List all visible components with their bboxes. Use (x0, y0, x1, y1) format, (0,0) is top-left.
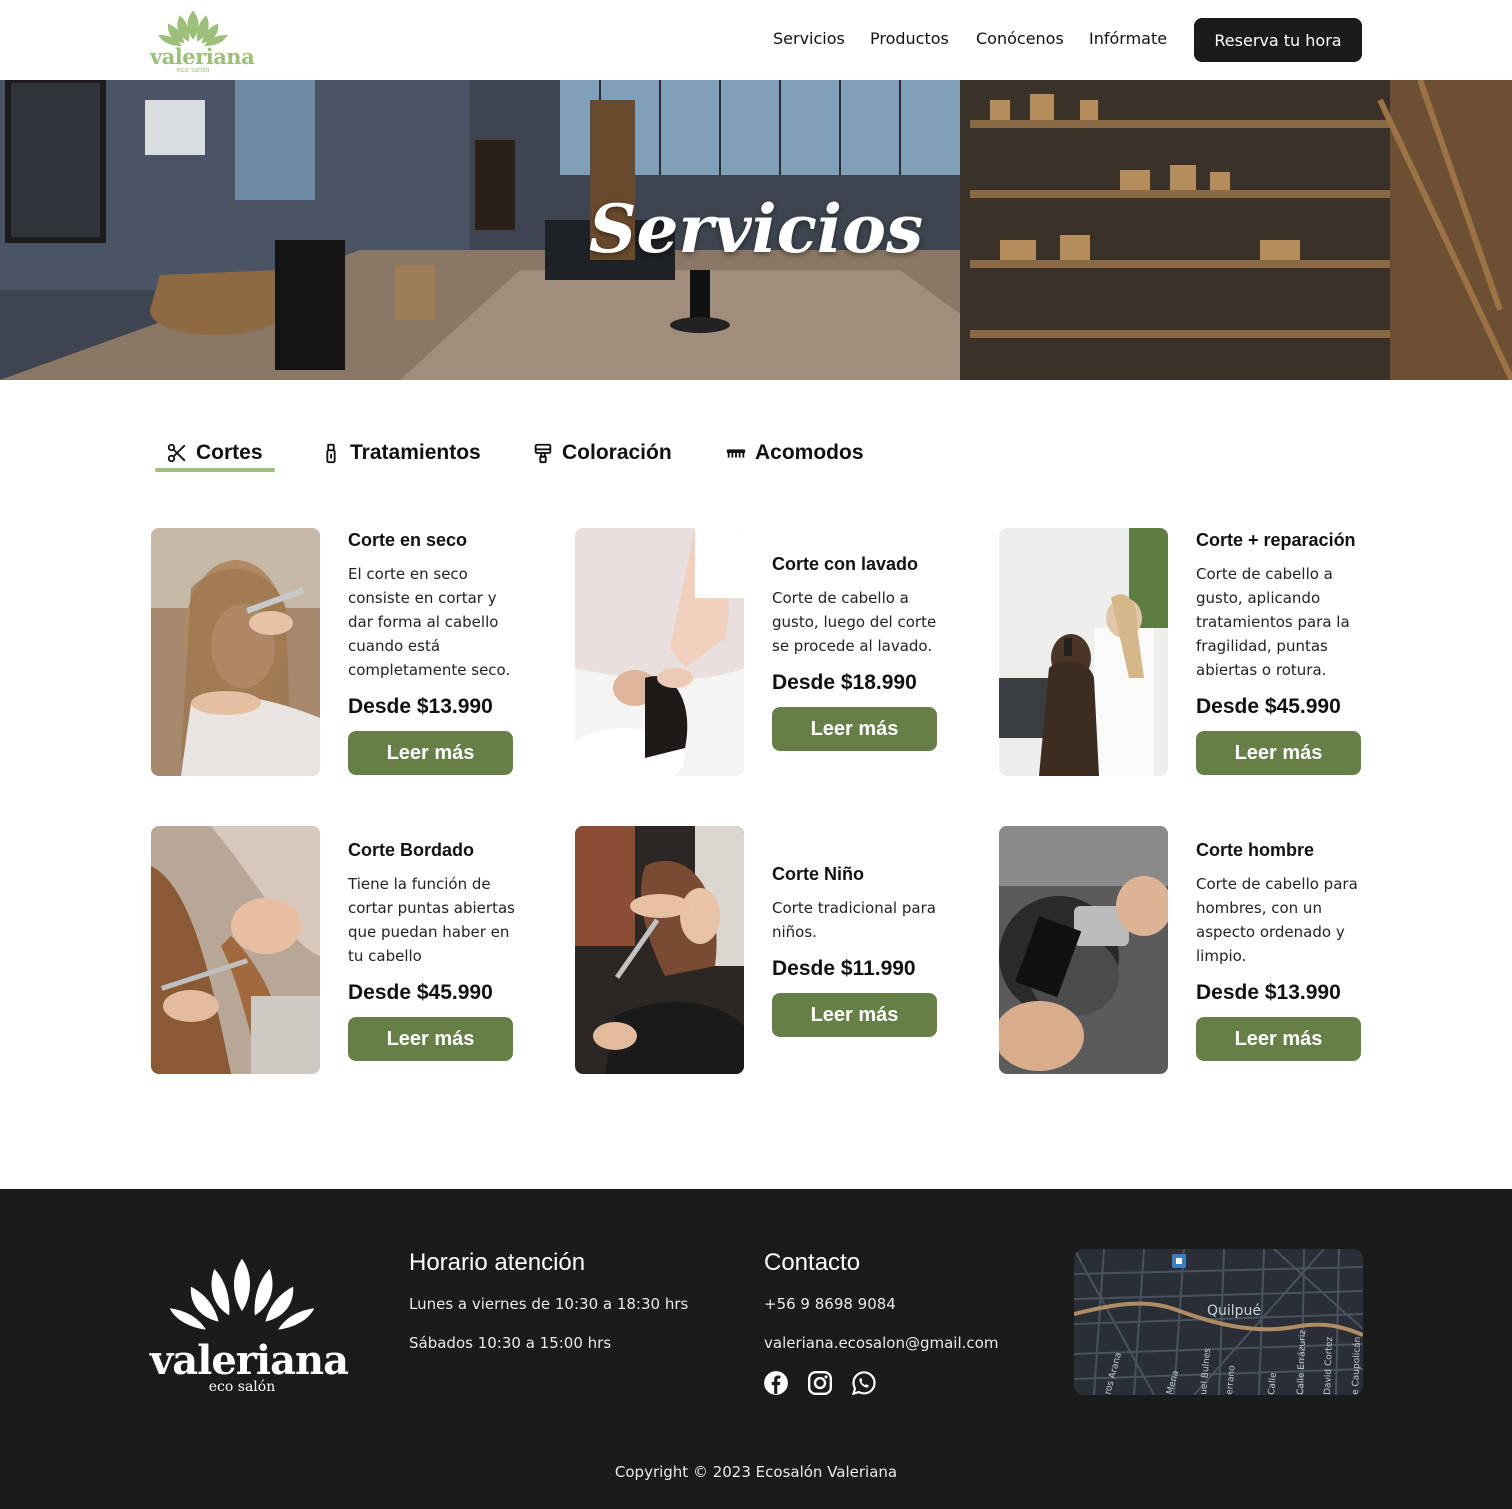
nav-link-conocenos[interactable]: Conócenos (976, 29, 1064, 48)
logo-subtitle: eco salón (176, 66, 210, 74)
copyright-text: Copyright © 2023 Ecosalón Valeriana (614, 1463, 898, 1481)
tab-acomodos[interactable]: Acomodos (725, 437, 864, 469)
footer-logo[interactable]: valeriana eco salón (150, 1255, 349, 1395)
service-image-corte-hombre (999, 826, 1168, 1074)
map-street-label: Calle (1267, 1372, 1279, 1395)
whatsapp-icon[interactable] (851, 1370, 877, 1396)
service-title: Corte en seco (348, 530, 468, 550)
tab-label: Cortes (196, 441, 263, 464)
active-tab-indicator (155, 468, 275, 472)
location-map[interactable]: Quilpué ros Arana Mena uel Bulnes errano… (1074, 1249, 1363, 1395)
tab-cortes[interactable]: Cortes (166, 437, 263, 469)
facebook-icon[interactable] (763, 1370, 789, 1396)
map-streets: Quilpué ros Arana Mena uel Bulnes errano… (1074, 1249, 1363, 1395)
paint-roller-icon (534, 443, 552, 464)
map-street-label: David Cortez (1323, 1336, 1335, 1395)
service-image-corte-en-seco (151, 528, 320, 776)
footer-logo-subtitle: eco salón (208, 1379, 276, 1395)
site-footer: valeriana eco salón Horario atención Lun… (0, 1189, 1512, 1509)
service-title: Corte hombre (1196, 840, 1315, 860)
service-price: Desde $45.990 (1196, 695, 1341, 718)
brand-logo[interactable]: valeriana eco salón (150, 8, 255, 74)
service-title: Corte Bordado (348, 840, 474, 860)
read-more-button[interactable]: Leer más (1196, 1017, 1361, 1061)
service-description: Corte de cabello a gusto, aplicando trat… (1196, 565, 1350, 679)
read-more-button[interactable]: Leer más (772, 993, 937, 1037)
contact-heading: Contacto (764, 1249, 861, 1276)
service-price: Desde $13.990 (348, 695, 493, 718)
lotus-logo-icon (158, 10, 228, 47)
service-image-corte-reparacion (999, 528, 1168, 776)
service-description: Tiene la función de cortar puntas abiert… (348, 875, 515, 965)
service-title: Corte Niño (772, 864, 864, 884)
service-description: Corte de cabello para hombres, con un as… (1196, 875, 1358, 965)
nav-link-servicios[interactable]: Servicios (773, 29, 845, 48)
service-image-corte-nino (575, 826, 744, 1074)
tab-label: Acomodos (755, 441, 864, 464)
contact-email[interactable]: valeriana.ecosalon@gmail.com (764, 1334, 998, 1352)
service-price: Desde $18.990 (772, 671, 917, 694)
hero-banner: Servicios (0, 80, 1512, 380)
service-title: Corte + reparación (1196, 530, 1356, 550)
service-image-corte-con-lavado (575, 528, 744, 776)
hours-saturday: Sábados 10:30 a 15:00 hrs (409, 1334, 612, 1352)
service-price: Desde $13.990 (1196, 981, 1341, 1004)
map-street-label: e Caupolicán (1351, 1336, 1363, 1395)
spray-bottle-icon (326, 443, 336, 464)
tab-label: Tratamientos (350, 441, 481, 464)
nav-link-productos[interactable]: Productos (870, 29, 949, 48)
hours-weekdays: Lunes a viernes de 10:30 a 18:30 hrs (409, 1295, 689, 1313)
read-more-button[interactable]: Leer más (772, 707, 937, 751)
service-description: El corte en seco consiste en cortar y da… (348, 565, 511, 679)
service-image-corte-bordado (151, 826, 320, 1074)
map-city-label: Quilpué (1207, 1303, 1261, 1319)
site-header: valeriana eco salón Servicios Productos … (0, 0, 1512, 80)
hero-title: Servicios (588, 190, 924, 268)
tab-label: Coloración (562, 441, 672, 464)
footer-logo-wordmark: valeriana (150, 1337, 349, 1384)
tab-tratamientos[interactable]: Tratamientos (320, 437, 481, 469)
contact-phone[interactable]: +56 9 8698 9084 (764, 1295, 896, 1313)
tab-coloracion[interactable]: Coloración (532, 437, 672, 469)
service-description: Corte de cabello a gusto, luego del cort… (772, 589, 937, 655)
nav-link-informate[interactable]: Infórmate (1089, 29, 1167, 48)
read-more-button[interactable]: Leer más (348, 731, 513, 775)
read-more-button[interactable]: Leer más (348, 1017, 513, 1061)
service-price: Desde $11.990 (772, 957, 916, 980)
scissors-icon (167, 443, 186, 463)
service-title: Corte con lavado (772, 554, 919, 574)
service-description: Corte tradicional para niños. (772, 899, 936, 941)
reserve-button[interactable]: Reserva tu hora (1194, 18, 1362, 62)
hours-heading: Horario atención (409, 1249, 586, 1276)
service-price: Desde $45.990 (348, 981, 493, 1004)
comb-icon (726, 449, 746, 458)
read-more-button[interactable]: Leer más (1196, 731, 1361, 775)
instagram-icon[interactable] (807, 1370, 833, 1396)
